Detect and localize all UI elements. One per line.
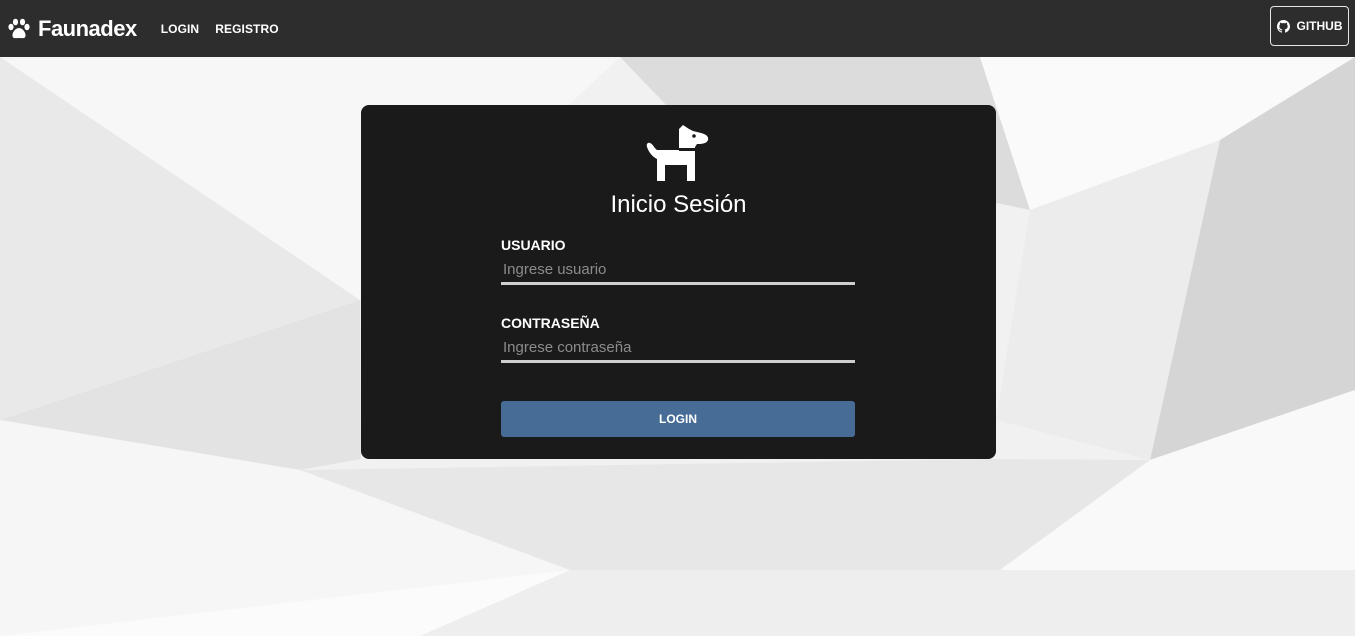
password-input[interactable]	[501, 335, 855, 363]
nav-link-registro[interactable]: REGISTRO	[215, 22, 278, 36]
nav-link-login[interactable]: LOGIN	[161, 22, 200, 36]
dog-icon	[646, 125, 709, 181]
login-button[interactable]: LOGIN	[501, 401, 855, 437]
github-icon	[1276, 19, 1290, 33]
brand-logo[interactable]: Faunadex	[6, 16, 137, 42]
username-label: USUARIO	[501, 237, 566, 253]
login-title: Inicio Sesión	[610, 191, 747, 218]
username-input[interactable]	[501, 257, 855, 285]
github-label: GITHUB	[1296, 19, 1343, 33]
brand-name: Faunadex	[38, 15, 137, 41]
paw-icon	[8, 18, 30, 38]
password-label: CONTRASEÑA	[501, 315, 600, 331]
login-card: Inicio Sesión USUARIO CONTRASEÑA LOGIN	[361, 105, 996, 459]
top-navbar: Faunadex LOGIN REGISTRO GITHUB	[0, 0, 1355, 57]
github-button[interactable]: GITHUB	[1270, 6, 1349, 46]
